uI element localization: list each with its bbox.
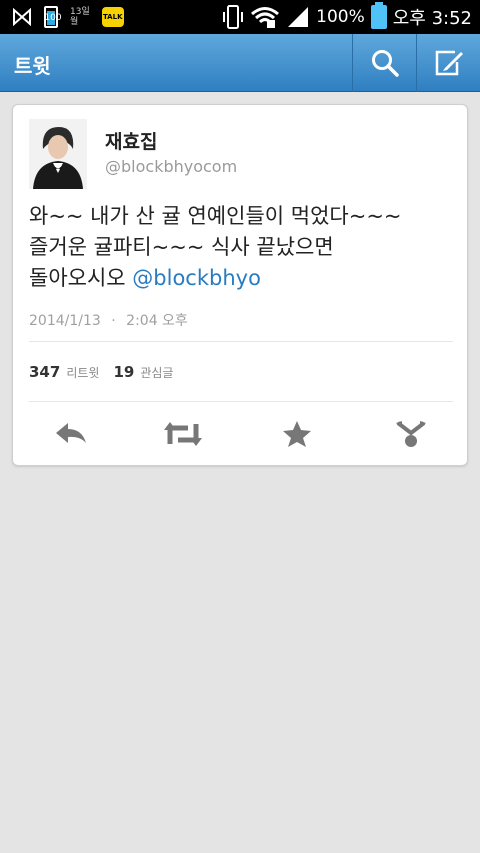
clock: 오후 3:52 — [392, 8, 472, 29]
tweet-text-fragment: 돌아오시오 — [29, 266, 133, 290]
kakaotalk-icon: TALK — [101, 7, 124, 27]
bowtie-notification-icon — [13, 8, 31, 26]
avatar[interactable] — [29, 119, 87, 189]
favorite-count[interactable]: 19 — [113, 363, 134, 381]
status-bar: 100 13일 월 TALK 100% 오후 3:52 — [0, 0, 480, 34]
retweet-label[interactable]: 리트윗 — [66, 364, 99, 381]
status-bar-notifications: 100 13일 월 TALK — [12, 4, 124, 30]
vibrate-icon — [223, 5, 244, 29]
tweet-text-line: 즐거운 귤파티~~~ 식사 끝났으면 — [29, 235, 334, 259]
tweet-time: 2:04 오후 — [126, 313, 188, 329]
tweet-stats: 347 리트윗 19 관심글 — [29, 363, 187, 381]
user-handle[interactable]: @blockbhyocom — [105, 157, 237, 176]
tweet-text: 와~~ 내가 산 귤 연예인들이 먹었다~~~ 즐거운 귤파티~~~ 식사 끝났… — [29, 201, 459, 294]
divider — [29, 341, 453, 342]
app-header: 트윗 — [0, 34, 480, 92]
favorite-label[interactable]: 관심글 — [140, 364, 173, 381]
tweet-text-line: 돌아오시오 @blockbhyo — [29, 263, 459, 294]
compose-button[interactable] — [416, 34, 480, 92]
display-name[interactable]: 재효집 — [105, 127, 157, 154]
calendar-icon: 13일 월 — [70, 7, 90, 27]
battery-saver-level: 100 — [44, 13, 62, 23]
status-bar-system: 100% 오후 3:52 — [222, 2, 472, 32]
reply-icon — [56, 423, 86, 443]
retweet-button[interactable] — [161, 417, 205, 451]
reply-button[interactable] — [49, 417, 93, 451]
favorite-button[interactable] — [275, 417, 319, 451]
tweet-date: 2014/1/13 — [29, 313, 101, 329]
battery-saver-icon: 100 — [44, 6, 62, 28]
tweet-card: 재효집 @blockbhyocom 와~~ 내가 산 귤 연예인들이 먹었다~~… — [12, 104, 468, 466]
page-title: 트윗 — [14, 54, 51, 78]
more-button[interactable] — [389, 417, 433, 451]
battery-icon — [370, 2, 387, 29]
compose-icon — [435, 50, 463, 76]
wifi-icon — [251, 7, 280, 28]
star-icon — [283, 421, 311, 447]
tweet-text-line: 와~~ 내가 산 귤 연예인들이 먹었다~~~ — [29, 204, 402, 228]
calendar-day: 13일 — [70, 7, 90, 17]
search-icon — [371, 50, 399, 77]
tweet-timestamp: 2014/1/13 · 2:04 오후 — [29, 310, 188, 330]
battery-percent: 100% — [316, 7, 365, 27]
timestamp-separator: · — [111, 313, 116, 329]
retweet-count[interactable]: 347 — [29, 363, 60, 381]
mention-link[interactable]: @blockbhyo — [132, 266, 261, 290]
signal-icon — [288, 7, 309, 27]
more-icon — [396, 421, 426, 447]
kakaotalk-label: TALK — [102, 13, 123, 21]
search-button[interactable] — [352, 34, 416, 92]
avatar-image — [29, 119, 87, 189]
calendar-month: 월 — [70, 17, 79, 27]
retweet-icon — [164, 422, 202, 446]
divider — [29, 401, 453, 402]
